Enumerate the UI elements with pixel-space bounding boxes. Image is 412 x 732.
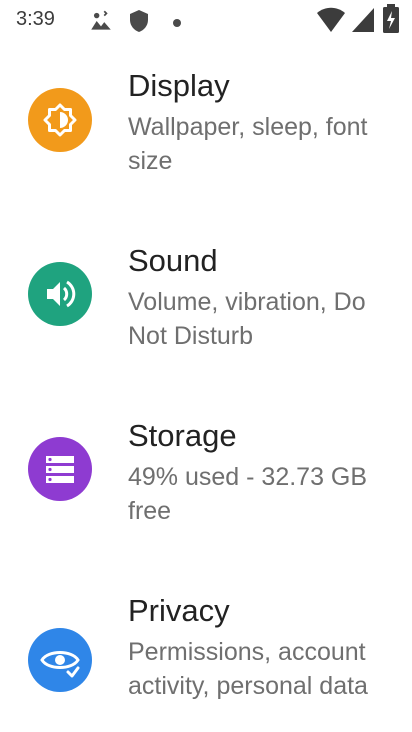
sound-title: Sound (128, 243, 218, 278)
storage-subtitle: 49% used - 32.73 GB free (128, 463, 368, 525)
volume-icon (28, 262, 92, 326)
display-subtitle: Wallpaper, sleep, font size (128, 113, 368, 175)
display-title: Display (128, 68, 230, 103)
gallery-notification-icon (88, 8, 114, 39)
privacy-subtitle: Permissions, account activity, personal … (128, 638, 368, 700)
status-bar: 3:39 (0, 0, 412, 44)
settings-screen: 3:39 Display Wallpaper, sleep, font size… (0, 0, 412, 732)
storage-title: Storage (128, 418, 237, 453)
settings-item-privacy[interactable]: Privacy Permissions, account activity, p… (0, 585, 412, 732)
settings-item-display[interactable]: Display Wallpaper, sleep, font size (0, 60, 412, 210)
wifi-icon (316, 6, 346, 39)
shield-notification-icon (127, 8, 151, 39)
settings-item-storage[interactable]: Storage 49% used - 32.73 GB free (0, 410, 412, 560)
sound-subtitle: Volume, vibration, Do Not Disturb (128, 288, 366, 350)
dot-notification-icon (172, 15, 182, 33)
cellular-signal-icon (350, 6, 376, 39)
settings-item-sound[interactable]: Sound Volume, vibration, Do Not Disturb (0, 235, 412, 385)
storage-icon (28, 437, 92, 501)
status-time: 3:39 (16, 8, 55, 30)
battery-icon (382, 4, 400, 39)
brightness-icon (28, 88, 92, 152)
privacy-title: Privacy (128, 593, 230, 628)
eye-icon (28, 628, 92, 692)
